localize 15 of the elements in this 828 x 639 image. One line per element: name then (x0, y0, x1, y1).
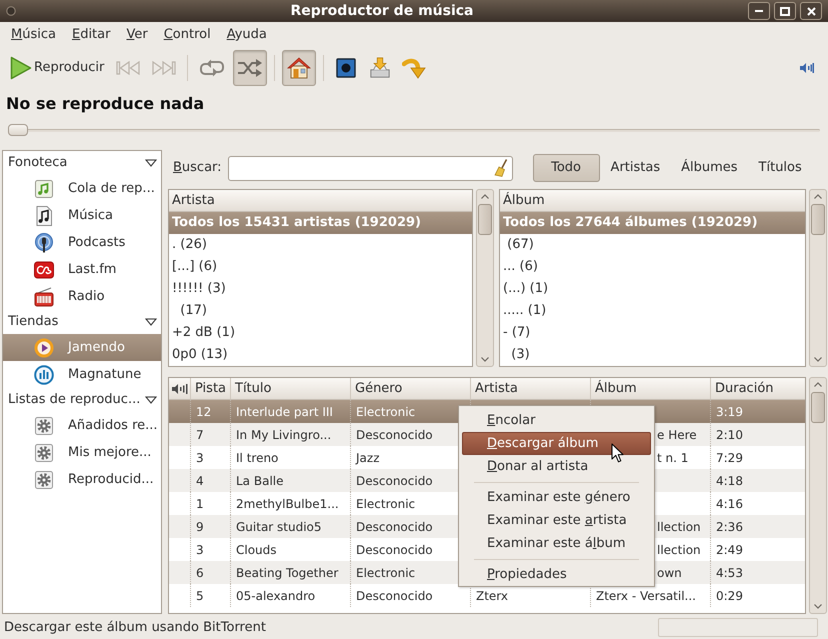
table-cell-text: 2:49 (715, 542, 744, 558)
table-cell-text: 3:19 (715, 404, 744, 420)
window-title: Reproductor de música (289, 2, 475, 20)
table-cell-text: 4:16 (715, 496, 744, 512)
table-cell-text: 7:29 (715, 450, 744, 466)
table-cell-text: 4:53 (715, 564, 744, 582)
table-cell-text: 2:10 (715, 426, 744, 444)
search-label: Buscar: (173, 159, 222, 178)
table-cell-text: 2:36 (715, 518, 744, 536)
table-cell-text: 4:18 (715, 472, 744, 490)
status-text: Descargar este álbum usando BitTorrent (4, 618, 266, 637)
table-cell: 05-alexandro (231, 584, 351, 607)
now-playing-text: No se reproduce nada (6, 93, 204, 115)
table-cell: 5 (191, 584, 231, 607)
table-cell-text: 0:29 (715, 588, 744, 604)
